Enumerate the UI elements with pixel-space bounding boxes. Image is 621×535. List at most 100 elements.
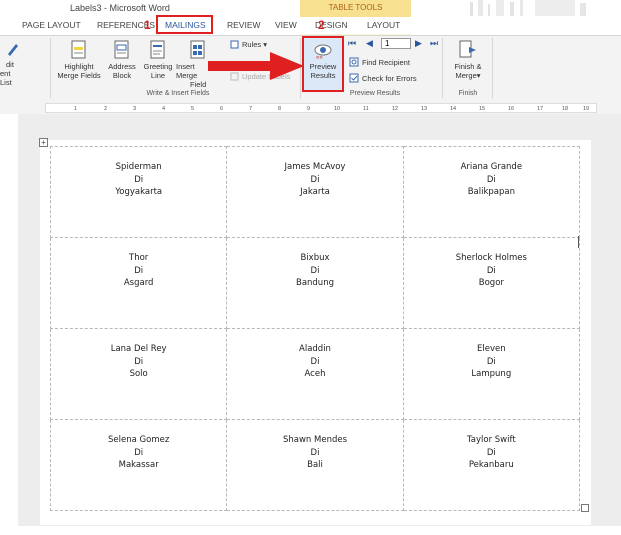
ruler-tick: 6 bbox=[220, 106, 224, 112]
previous-record-icon[interactable]: ◀ bbox=[366, 38, 373, 49]
highlight-merge-fields-button[interactable]: Highlight Merge Fields bbox=[54, 40, 104, 80]
label-city: Aceh bbox=[304, 369, 326, 379]
label-name: James McAvoy bbox=[284, 162, 346, 172]
label-di: Di bbox=[134, 174, 144, 185]
ruler-tick: 12 bbox=[392, 106, 399, 112]
insert-merge-field-icon bbox=[190, 40, 205, 59]
label-name: Sherlock Holmes bbox=[455, 253, 527, 263]
next-record-icon[interactable]: ▶ bbox=[415, 38, 422, 49]
ruler-tick: 18 bbox=[562, 106, 569, 112]
labels-table[interactable]: Spiderman Di Yogyakarta James McAvoy Di Jaka… bbox=[49, 146, 581, 511]
ruler-scale[interactable]: 1 2 3 4 5 6 7 8 9 10 11 12 13 14 15 16 1… bbox=[45, 103, 597, 113]
label-name: Thor bbox=[129, 253, 149, 263]
label-cell[interactable]: Selena Gomez Di Makassar bbox=[49, 419, 228, 511]
table-row: Spiderman Di Yogyakarta James McAvoy Di Jaka… bbox=[49, 146, 581, 238]
greeting-label-1: Greeting bbox=[143, 62, 173, 71]
label-city: Bandung bbox=[295, 278, 334, 288]
label-city: Bali bbox=[307, 460, 323, 470]
label-di: Di bbox=[310, 174, 320, 185]
table-move-handle-icon[interactable]: + bbox=[39, 138, 48, 147]
greeting-line-button[interactable]: Greeting Line bbox=[139, 40, 177, 80]
ruler-tick: 15 bbox=[479, 106, 486, 112]
ruler-tick: 1 bbox=[74, 106, 78, 112]
rules-button[interactable]: Rules ▾ bbox=[230, 40, 267, 49]
label-name: Eleven bbox=[477, 344, 506, 354]
find-recipient-button[interactable]: Find Recipient bbox=[349, 57, 410, 67]
label-city: Balikpapan bbox=[467, 187, 515, 197]
label-cell[interactable]: Spiderman Di Yogyakarta bbox=[49, 146, 228, 238]
ruler-tick: 16 bbox=[508, 106, 515, 112]
label-cell[interactable]: Shawn Mendes Di Bali bbox=[226, 419, 404, 511]
table-resize-handle-icon[interactable] bbox=[581, 504, 589, 512]
group-separator bbox=[492, 38, 493, 98]
ruler-tick: 4 bbox=[162, 106, 166, 112]
background-decoration bbox=[470, 0, 586, 16]
edit-recipient-list-button[interactable]: dit ent List bbox=[0, 40, 18, 87]
label-city: Pekanbaru bbox=[468, 460, 514, 470]
label-di: Di bbox=[486, 356, 496, 367]
ruler-tick: 9 bbox=[307, 106, 311, 112]
label-cell[interactable]: James McAvoy Di Jakarta bbox=[226, 146, 404, 238]
svg-text:«»: «» bbox=[316, 55, 323, 60]
label-name: Ariana Grande bbox=[460, 162, 523, 172]
ruler-tick: 11 bbox=[363, 106, 369, 112]
finish-merge-icon bbox=[459, 40, 476, 58]
ruler-tick: 3 bbox=[133, 106, 137, 112]
preview-results-button[interactable]: «» Preview Results bbox=[303, 40, 343, 80]
label-cell[interactable]: Taylor Swift Di Pekanbaru bbox=[402, 419, 581, 511]
label-cell[interactable]: Aladdin Di Aceh bbox=[226, 328, 404, 420]
finish-merge-button[interactable]: Finish & Merge▾ bbox=[448, 40, 488, 80]
label-di: Di bbox=[310, 356, 320, 367]
text-cursor bbox=[578, 236, 579, 248]
label-cell[interactable]: Bixbux Di Bandung bbox=[226, 237, 404, 329]
ruler-tick: 5 bbox=[191, 106, 195, 112]
label-cell[interactable]: Sherlock Holmes Di Bogor bbox=[402, 237, 581, 329]
tab-view[interactable]: VIEW bbox=[275, 20, 297, 30]
table-row: Selena Gomez Di Makassar Shawn Mendes Di Bal… bbox=[49, 419, 581, 511]
tab-layout[interactable]: LAYOUT bbox=[367, 20, 400, 30]
ruler-tick: 10 bbox=[334, 106, 341, 112]
step-2-marker: 2 bbox=[318, 18, 325, 32]
label-name: Shawn Mendes bbox=[282, 435, 348, 445]
find-recipient-icon bbox=[349, 57, 359, 67]
red-arrow-pointer bbox=[208, 52, 304, 80]
last-record-icon[interactable]: ⏭ bbox=[430, 38, 438, 49]
highlight-document-icon bbox=[71, 40, 86, 59]
greeting-label-2: Line bbox=[150, 71, 166, 80]
record-number-input[interactable] bbox=[381, 38, 411, 49]
table-row: Lana Del Rey Di Solo Aladdin Di Aceh Eleven D… bbox=[49, 328, 581, 420]
group-label-finish: Finish bbox=[458, 90, 478, 97]
ruler-tick: 2 bbox=[104, 106, 108, 112]
label-cell[interactable]: Ariana Grande Di Balikpapan bbox=[402, 146, 581, 238]
ruler-tick: 19 bbox=[583, 106, 590, 112]
finish-label-2: Merge bbox=[455, 71, 477, 80]
label-city: Yogyakarta bbox=[115, 187, 163, 197]
label-di: Di bbox=[310, 265, 320, 276]
chevron-down-icon: ▾ bbox=[476, 71, 481, 80]
label-di: Di bbox=[134, 356, 144, 367]
check-errors-button[interactable]: Check for Errors bbox=[349, 73, 417, 83]
label-cell[interactable]: Eleven Di Lampung bbox=[402, 328, 581, 420]
label-cell[interactable]: Thor Di Asgard bbox=[49, 237, 228, 329]
label-city: Jakarta bbox=[300, 187, 330, 197]
ruler-tick: 14 bbox=[450, 106, 457, 112]
rules-label: Rules bbox=[242, 40, 262, 49]
group-separator bbox=[442, 38, 443, 98]
insert-label-2: Field bbox=[190, 80, 207, 89]
address-block-button[interactable]: Address Block bbox=[104, 40, 140, 80]
step-1-marker: 1 bbox=[144, 18, 151, 32]
group-label-write-insert: Write & Insert Fields bbox=[146, 90, 210, 97]
table-tools-label: TABLE TOOLS bbox=[300, 0, 411, 17]
highlight-label-1: Highlight bbox=[64, 62, 94, 71]
label-city: Lampung bbox=[471, 369, 512, 379]
label-di: Di bbox=[486, 447, 496, 458]
ruler-tick: 17 bbox=[537, 106, 544, 112]
tab-page-layout[interactable]: PAGE LAYOUT bbox=[22, 20, 81, 30]
label-name: Taylor Swift bbox=[466, 435, 516, 445]
tab-review[interactable]: REVIEW bbox=[227, 20, 261, 30]
label-di: Di bbox=[134, 265, 144, 276]
address-label-2: Block bbox=[112, 71, 132, 80]
first-record-icon[interactable]: ⏮ bbox=[348, 38, 356, 49]
label-city: Solo bbox=[129, 369, 148, 379]
label-cell[interactable]: Lana Del Rey Di Solo bbox=[49, 328, 228, 420]
